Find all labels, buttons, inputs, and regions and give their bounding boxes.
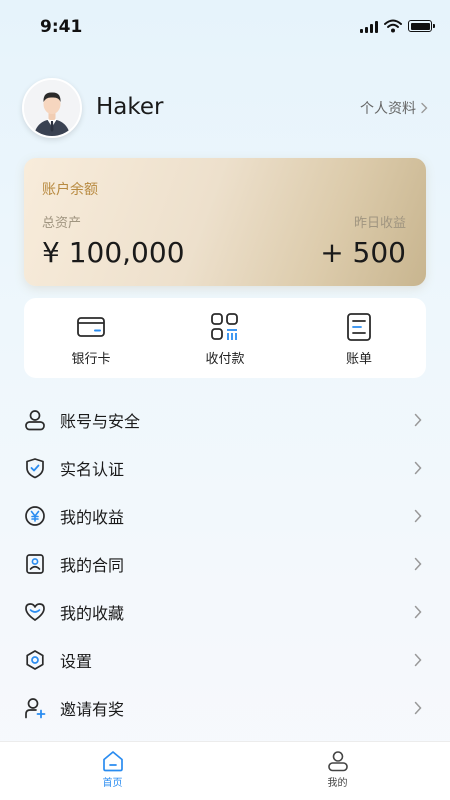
chevron-right-icon [414,701,422,715]
yesterday-earnings-label: 昨日收益 [353,216,406,231]
chevron-right-icon [414,509,422,523]
tab-mine[interactable]: 我的 [225,742,450,800]
menu-item-label: 账号与安全 [60,412,141,431]
chevron-right-icon [414,413,422,427]
chevron-right-icon [414,461,422,475]
status-icons [360,19,435,33]
tab-home[interactable]: 首页 [0,742,225,800]
menu-item-favorites[interactable]: 我的收藏 [24,588,426,636]
menu-item-contracts[interactable]: 我的合同 [24,540,426,588]
yesterday-earnings-value: + 500 [320,236,406,269]
balance-card-title: 账户余额 [42,182,98,198]
total-assets-value: ¥ 100,000 [42,236,185,269]
menu-item-label: 实名认证 [60,460,125,479]
menu-item-earnings[interactable]: 我的收益 [24,492,426,540]
tab-home-label: 首页 [102,778,123,789]
menu-item-label: 设置 [60,652,93,671]
avatar[interactable] [22,78,82,138]
gear-icon [24,649,46,671]
avatar-person-icon [24,80,80,136]
bank-card-label: 银行卡 [71,352,111,367]
menu-list: 账号与安全 实名认证 我的收益 我的合同 我的收藏 设置 邀请有奖 [24,396,426,732]
profile-header: Haker 个人资料 [22,78,428,138]
chevron-right-icon [414,557,422,571]
menu-item-label: 邀请有奖 [60,700,125,719]
heart-icon [24,601,46,623]
user-icon [24,409,46,431]
payment-button[interactable]: 收付款 [158,298,292,378]
username: Haker [96,94,164,120]
menu-item-label: 我的收益 [60,508,125,527]
invite-user-icon [24,697,46,719]
bill-button[interactable]: 账单 [292,298,426,378]
menu-item-label: 我的收藏 [60,604,125,623]
bill-icon [347,313,371,341]
profile-link[interactable]: 个人资料 [360,98,428,118]
bill-label: 账单 [345,352,372,367]
menu-item-invite[interactable]: 邀请有奖 [24,684,426,732]
contract-icon [24,553,46,575]
user-icon [327,751,348,772]
shield-check-icon [24,457,46,479]
qr-code-icon [211,313,238,340]
bank-card-button[interactable]: 银行卡 [24,298,158,378]
cellular-signal-icon [360,19,378,33]
profile-link-label: 个人资料 [360,101,416,117]
battery-icon [408,20,435,32]
menu-item-settings[interactable]: 设置 [24,636,426,684]
bank-card-icon [77,317,105,337]
tab-bar: 首页 我的 [0,741,450,800]
tab-mine-label: 我的 [327,778,348,789]
balance-card[interactable]: 账户余额 总资产 昨日收益 ¥ 100,000 + 500 [24,158,426,286]
status-time: 9:41 [40,17,83,37]
status-bar: 9:41 [0,0,450,56]
chevron-right-icon [414,605,422,619]
quick-actions: 银行卡 收付款 账单 [24,298,426,378]
payment-label: 收付款 [205,352,245,367]
menu-item-label: 我的合同 [60,556,125,575]
menu-item-verification[interactable]: 实名认证 [24,444,426,492]
chevron-right-icon [421,102,428,114]
menu-item-account-security[interactable]: 账号与安全 [24,396,426,444]
total-assets-label: 总资产 [42,216,82,231]
wifi-icon [384,19,402,33]
home-icon [102,751,123,772]
chevron-right-icon [414,653,422,667]
yen-icon [24,505,46,527]
